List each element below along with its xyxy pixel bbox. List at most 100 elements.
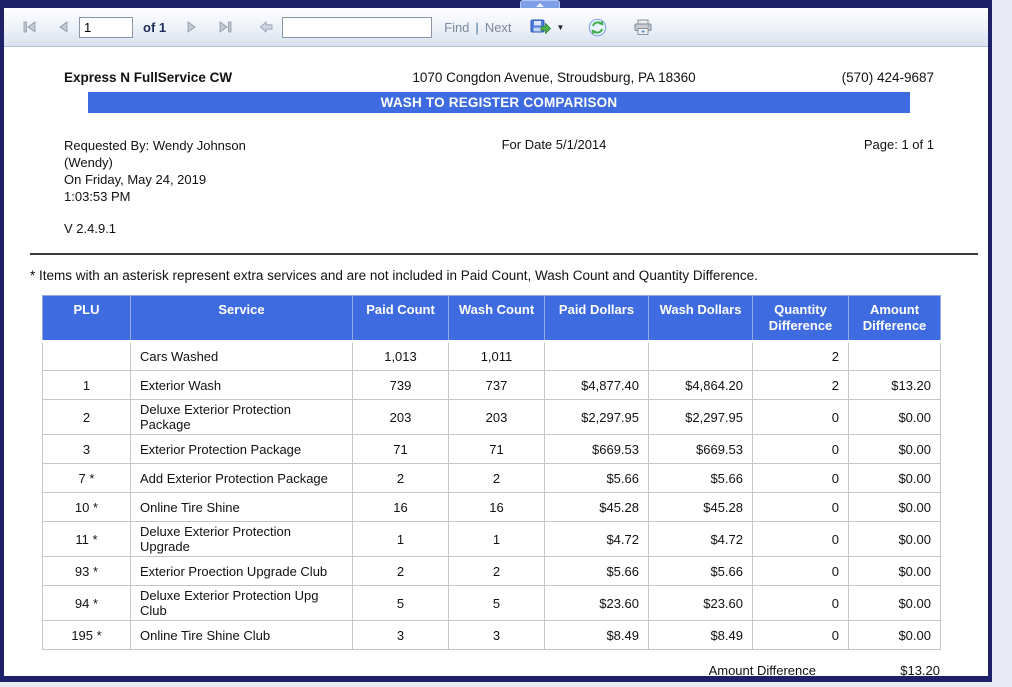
version-label: V 2.4.9.1 <box>64 221 988 236</box>
table-cell: 2 <box>753 371 849 400</box>
table-cell: 16 <box>353 493 449 522</box>
table-cell: $8.49 <box>649 621 753 650</box>
table-cell: $13.20 <box>849 371 941 400</box>
table-cell <box>849 342 941 371</box>
table-cell: $2,297.95 <box>649 400 753 435</box>
table-cell: 739 <box>353 371 449 400</box>
page-number-input[interactable] <box>79 17 133 38</box>
find-next-separator: | <box>475 20 478 35</box>
table-cell: $0.00 <box>849 464 941 493</box>
report-page: Express N FullService CW 1070 Congdon Av… <box>4 48 988 676</box>
table-cell: $0.00 <box>849 435 941 464</box>
table-row: Cars Washed1,0131,0112 <box>43 342 941 371</box>
table-cell: Add Exterior Protection Package <box>131 464 353 493</box>
next-match-link[interactable]: Next <box>485 20 512 35</box>
table-cell: $23.60 <box>545 586 649 621</box>
export-dropdown-caret[interactable]: ▼ <box>557 23 565 32</box>
table-cell: $8.49 <box>545 621 649 650</box>
table-cell: 10 * <box>43 493 131 522</box>
table-cell: 3 <box>353 621 449 650</box>
table-cell: 1 <box>353 522 449 557</box>
asterisk-note: * Items with an asterisk represent extra… <box>30 268 988 283</box>
report-header-row: Express N FullService CW 1070 Congdon Av… <box>64 70 934 85</box>
table-cell: 0 <box>753 621 849 650</box>
info-line: (Wendy) <box>64 154 364 171</box>
table-cell: $0.00 <box>849 557 941 586</box>
table-cell: 195 * <box>43 621 131 650</box>
column-header-plu: PLU <box>43 296 131 342</box>
table-cell: Online Tire Shine <box>131 493 353 522</box>
report-table-body: Cars Washed1,0131,01121Exterior Wash7397… <box>43 342 941 650</box>
column-header-service: Service <box>131 296 353 342</box>
next-page-button[interactable] <box>184 18 200 36</box>
export-button[interactable] <box>528 17 554 38</box>
table-row: 94 *Deluxe Exterior Protection Upg Club5… <box>43 586 941 621</box>
table-cell: 0 <box>753 522 849 557</box>
table-row: 3Exterior Protection Package7171$669.53$… <box>43 435 941 464</box>
back-to-parent-button[interactable] <box>257 18 276 36</box>
next-page-icon <box>186 20 198 34</box>
for-date-label: For Date 5/1/2014 <box>364 137 744 205</box>
collapse-panel-tab[interactable] <box>520 0 560 8</box>
table-cell: 0 <box>753 464 849 493</box>
first-page-button[interactable] <box>20 18 39 36</box>
table-cell: 71 <box>449 435 545 464</box>
previous-page-button[interactable] <box>55 18 71 36</box>
table-cell: 2 <box>353 557 449 586</box>
back-arrow-icon <box>259 20 274 34</box>
first-page-icon <box>22 20 37 34</box>
comparison-table: PLU Service Paid Count Wash Count Paid D… <box>42 295 941 650</box>
column-header-paid-dollars: Paid Dollars <box>545 296 649 342</box>
table-cell: 16 <box>449 493 545 522</box>
table-cell: Exterior Proection Upgrade Club <box>131 557 353 586</box>
table-cell: 2 <box>449 464 545 493</box>
find-link[interactable]: Find <box>444 20 469 35</box>
table-cell: $5.66 <box>649 557 753 586</box>
total-row: Amount Difference $13.20 <box>42 657 940 676</box>
horizontal-rule <box>30 253 978 255</box>
table-cell: 0 <box>753 586 849 621</box>
column-header-amount-difference: Amount Difference <box>849 296 941 342</box>
table-cell: $5.66 <box>649 464 753 493</box>
table-row: 195 *Online Tire Shine Club33$8.49$8.490… <box>43 621 941 650</box>
find-next-links: Find | Next <box>444 20 511 35</box>
total-label: Amount Difference <box>709 663 816 676</box>
table-cell: $4,877.40 <box>545 371 649 400</box>
table-cell: 0 <box>753 435 849 464</box>
total-value: $13.20 <box>854 663 940 676</box>
page-count-label: of 1 <box>143 20 166 35</box>
last-page-button[interactable] <box>216 18 235 36</box>
table-cell: Exterior Wash <box>131 371 353 400</box>
search-input[interactable] <box>282 17 432 38</box>
table-cell: 0 <box>753 493 849 522</box>
refresh-icon <box>588 18 607 37</box>
report-toolbar: of 1 Find | Next <box>4 8 988 47</box>
table-cell: 3 <box>43 435 131 464</box>
table-cell: $0.00 <box>849 621 941 650</box>
table-row: 11 *Deluxe Exterior Protection Upgrade11… <box>43 522 941 557</box>
table-cell: $0.00 <box>849 493 941 522</box>
refresh-button[interactable] <box>586 16 609 39</box>
table-cell: 11 * <box>43 522 131 557</box>
table-cell: $4,864.20 <box>649 371 753 400</box>
column-header-paid-count: Paid Count <box>353 296 449 342</box>
table-cell: $4.72 <box>545 522 649 557</box>
table-row: 93 *Exterior Proection Upgrade Club22$5.… <box>43 557 941 586</box>
info-line: On Friday, May 24, 2019 <box>64 171 364 188</box>
table-cell: $2,297.95 <box>545 400 649 435</box>
table-cell <box>649 342 753 371</box>
printer-icon <box>633 19 653 36</box>
previous-page-icon <box>57 20 69 34</box>
export-save-icon <box>530 19 552 36</box>
table-cell: 2 <box>43 400 131 435</box>
table-cell: $0.00 <box>849 400 941 435</box>
table-cell: 1 <box>449 522 545 557</box>
table-cell: $45.28 <box>649 493 753 522</box>
table-cell: 2 <box>753 342 849 371</box>
table-cell: 737 <box>449 371 545 400</box>
column-header-wash-count: Wash Count <box>449 296 545 342</box>
page-of-label: Page: 1 of 1 <box>744 137 934 205</box>
print-button[interactable] <box>631 17 655 38</box>
table-row: 1Exterior Wash739737$4,877.40$4,864.202$… <box>43 371 941 400</box>
table-cell: Deluxe Exterior Protection Package <box>131 400 353 435</box>
